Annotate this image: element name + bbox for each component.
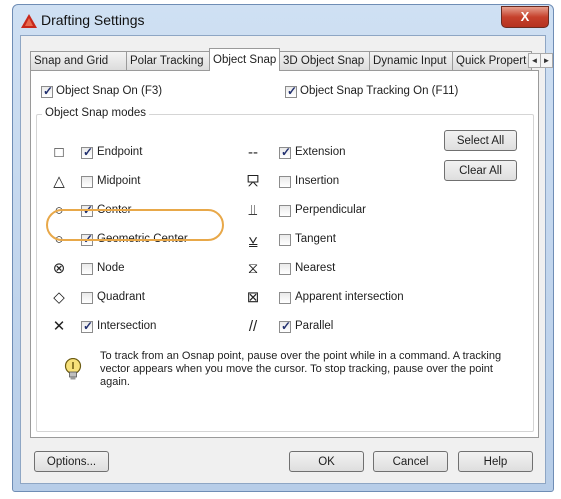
- insertion-checkbox[interactable]: [279, 176, 291, 188]
- osnap-on-checkbox[interactable]: [41, 84, 53, 98]
- extension-label[interactable]: Extension: [295, 146, 346, 158]
- window-title: Drafting Settings: [41, 12, 145, 28]
- options-button[interactable]: Options...: [34, 451, 109, 472]
- object-snap-panel: Object Snap On (F3) Object Snap Tracking…: [30, 70, 539, 438]
- tab-polar-tracking[interactable]: Polar Tracking: [126, 51, 211, 70]
- clear-all-button[interactable]: Clear All: [444, 160, 517, 181]
- tracking-tip-text: To track from an Osnap point, pause over…: [100, 350, 502, 388]
- perpendicular-checkbox[interactable]: [279, 205, 291, 217]
- object-snap-modes-label: Object Snap modes: [42, 107, 150, 119]
- tab-object-snap[interactable]: Object Snap: [209, 48, 280, 71]
- endpoint-label[interactable]: Endpoint: [97, 146, 142, 158]
- parallel-label[interactable]: Parallel: [295, 320, 333, 332]
- parallel-symbol-icon: //: [248, 318, 258, 335]
- help-button[interactable]: Help: [458, 451, 533, 472]
- nearest-label[interactable]: Nearest: [295, 262, 335, 274]
- lightbulb-icon: [64, 358, 82, 380]
- insertion-label[interactable]: Insertion: [295, 175, 339, 187]
- osnap-on-label: Object Snap On (F3): [56, 85, 163, 97]
- apparent-intersection-checkbox[interactable]: [279, 292, 291, 304]
- nearest-symbol-icon: ⧖: [247, 260, 259, 277]
- close-button[interactable]: X: [501, 6, 549, 28]
- quadrant-checkbox[interactable]: [81, 292, 93, 304]
- client-area: Snap and Grid Polar Tracking Object Snap…: [20, 35, 553, 484]
- insertion-symbol-icon: ⯳: [246, 173, 260, 190]
- nearest-checkbox[interactable]: [279, 263, 291, 275]
- midpoint-label[interactable]: Midpoint: [97, 175, 140, 187]
- quadrant-symbol-icon: ◇: [53, 289, 65, 306]
- extension-symbol-icon: --: [248, 144, 258, 161]
- dialog-window: Drafting Settings X Snap and Grid Polar …: [12, 4, 554, 492]
- tangent-symbol-icon: ⩣: [248, 231, 258, 248]
- geometric-center-highlight: [46, 209, 224, 241]
- endpoint-symbol-icon: □: [54, 144, 64, 161]
- intersection-label[interactable]: Intersection: [97, 320, 156, 332]
- osnap-tracking-label: Object Snap Tracking On (F11): [300, 85, 459, 97]
- tangent-label[interactable]: Tangent: [295, 233, 336, 245]
- perpendicular-symbol-icon: ⫫: [248, 202, 258, 219]
- select-all-button[interactable]: Select All: [444, 130, 517, 151]
- parallel-checkbox[interactable]: [279, 319, 291, 333]
- tangent-checkbox[interactable]: [279, 234, 291, 246]
- cancel-button[interactable]: Cancel: [373, 451, 448, 472]
- osnap-tracking-checkbox[interactable]: [285, 84, 297, 98]
- tab-3d-object-snap[interactable]: 3D Object Snap: [279, 51, 370, 70]
- midpoint-checkbox[interactable]: [81, 176, 93, 188]
- ok-button[interactable]: OK: [289, 451, 364, 472]
- tab-dynamic-input[interactable]: Dynamic Input: [369, 51, 453, 70]
- node-checkbox[interactable]: [81, 263, 93, 275]
- title-bar[interactable]: Drafting Settings X: [13, 5, 553, 35]
- node-symbol-icon: ⊗: [52, 260, 66, 277]
- node-label[interactable]: Node: [97, 262, 125, 274]
- perpendicular-label[interactable]: Perpendicular: [295, 204, 366, 216]
- apparent-intersection-symbol-icon: ⊠: [246, 289, 260, 306]
- intersection-checkbox[interactable]: [81, 319, 93, 333]
- endpoint-checkbox[interactable]: [81, 145, 93, 159]
- extension-checkbox[interactable]: [279, 145, 291, 159]
- tab-snap-and-grid[interactable]: Snap and Grid: [30, 51, 127, 70]
- tab-scroll-right-icon[interactable]: ►: [540, 53, 553, 68]
- tab-quick-properties[interactable]: Quick Propert: [452, 51, 532, 70]
- quadrant-label[interactable]: Quadrant: [97, 291, 145, 303]
- intersection-symbol-icon: ✕: [52, 318, 66, 335]
- midpoint-symbol-icon: △: [53, 173, 65, 190]
- autocad-logo-icon: [21, 14, 37, 28]
- apparent-intersection-label[interactable]: Apparent intersection: [295, 291, 404, 303]
